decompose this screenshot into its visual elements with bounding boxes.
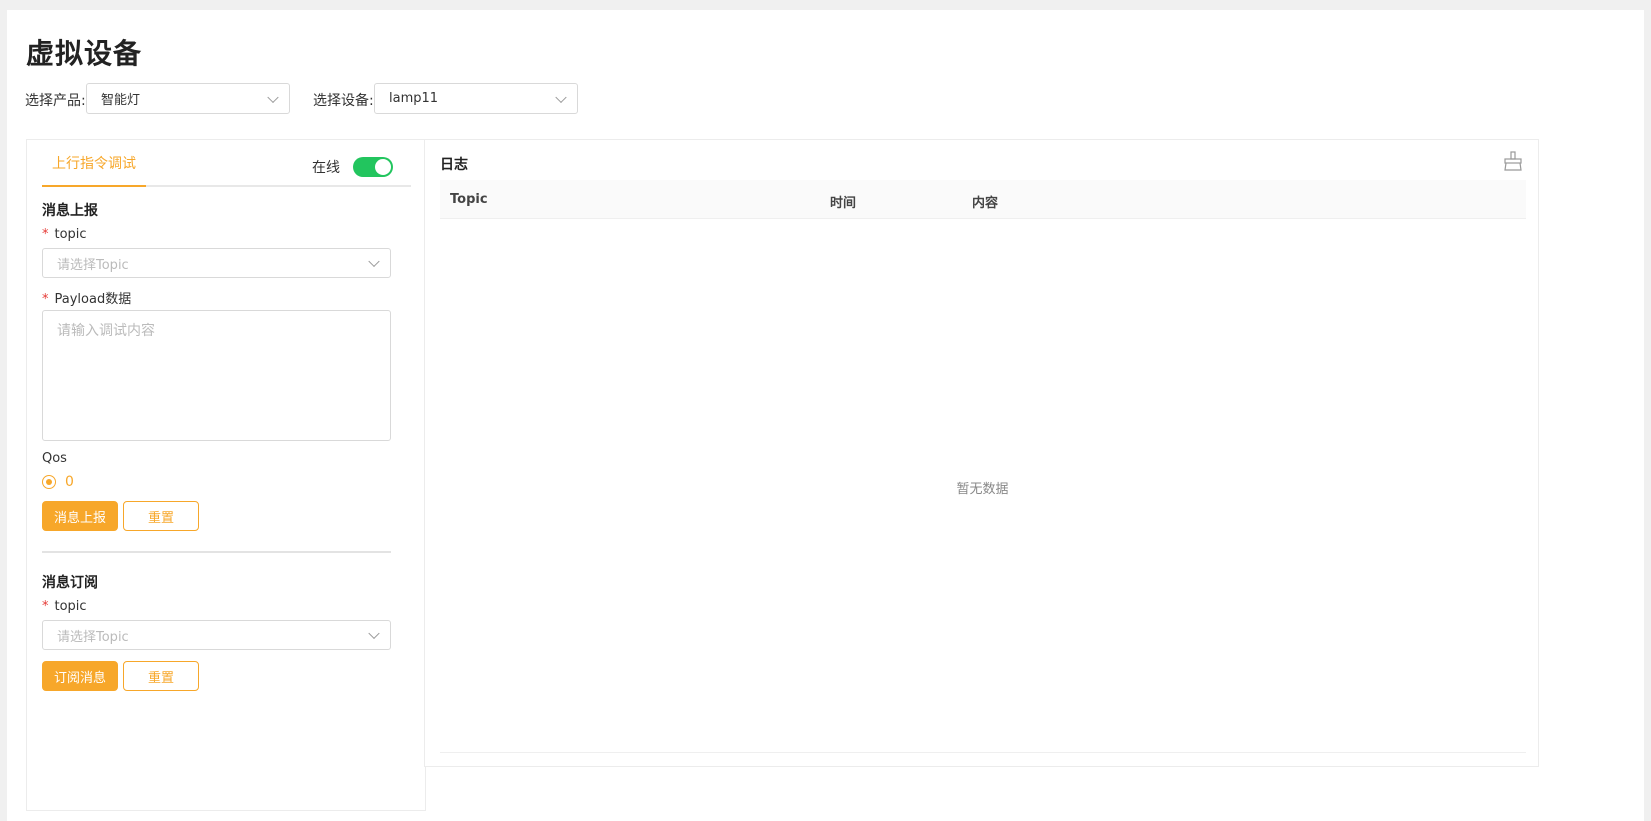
toggle-knob — [375, 159, 391, 175]
debug-panel: 上行指令调试 在线 消息上报 * topic 请选择Topic * Payload数… — [26, 139, 426, 811]
chevron-down-icon — [368, 627, 380, 640]
report-submit-button[interactable]: 消息上报 — [42, 501, 118, 531]
required-mark: * — [42, 292, 49, 307]
page-container: 虚拟设备 选择产品: 智能灯 选择设备: lamp11 上行指令调试 在线 消息… — [7, 10, 1644, 821]
chevron-down-icon — [267, 91, 279, 103]
report-topic-label-text: topic — [54, 227, 87, 242]
payload-placeholder: 请输入调试内容 — [57, 323, 155, 339]
subscribe-submit-button[interactable]: 订阅消息 — [42, 661, 118, 691]
required-mark: * — [42, 227, 49, 242]
broom-icon[interactable] — [1502, 150, 1524, 172]
payload-label: * Payload数据 — [42, 288, 131, 307]
report-topic-placeholder: 请选择Topic — [57, 257, 129, 273]
device-select-label: 选择设备: — [313, 93, 374, 109]
column-header-time: 时间 — [830, 196, 857, 211]
online-status-label: 在线 — [312, 160, 340, 176]
device-select[interactable]: lamp11 — [374, 83, 578, 114]
payload-label-text: Payload数据 — [54, 292, 132, 307]
product-select-label: 选择产品: — [25, 93, 86, 109]
radio-checked-icon — [42, 475, 56, 489]
log-title: 日志 — [440, 157, 468, 173]
product-select-value: 智能灯 — [101, 93, 141, 108]
column-header-topic: Topic — [450, 192, 488, 207]
qos-label: Qos — [42, 451, 67, 466]
product-select[interactable]: 智能灯 — [86, 83, 290, 114]
report-section-title: 消息上报 — [42, 203, 98, 219]
subscribe-topic-placeholder: 请选择Topic — [57, 629, 129, 645]
subscribe-topic-label: * topic — [42, 599, 87, 614]
device-select-value: lamp11 — [389, 91, 439, 106]
qos-radio-0[interactable]: 0 — [42, 474, 74, 490]
section-divider — [42, 551, 391, 553]
log-panel: 日志 Topic 时间 内容 暂无数据 — [424, 139, 1539, 767]
subscribe-topic-select[interactable]: 请选择Topic — [42, 620, 391, 650]
report-topic-label: * topic — [42, 227, 87, 242]
tab-uplink-debug[interactable]: 上行指令调试 — [42, 140, 146, 187]
log-table-header: Topic 时间 内容 — [440, 180, 1526, 219]
online-toggle[interactable] — [353, 157, 393, 177]
subscribe-section-title: 消息订阅 — [42, 575, 98, 591]
empty-state-text: 暂无数据 — [956, 482, 1009, 497]
chevron-down-icon — [555, 91, 567, 103]
required-mark: * — [42, 599, 49, 614]
subscribe-topic-label-text: topic — [54, 599, 87, 614]
page-title: 虚拟设备 — [26, 37, 143, 70]
qos-radio-label: 0 — [65, 474, 74, 490]
subscribe-reset-button[interactable]: 重置 — [123, 661, 199, 691]
chevron-down-icon — [368, 255, 380, 268]
report-topic-select[interactable]: 请选择Topic — [42, 248, 391, 278]
log-table-bottom-border — [440, 752, 1526, 753]
column-header-content: 内容 — [972, 196, 999, 211]
report-reset-button[interactable]: 重置 — [123, 501, 199, 531]
payload-textarea[interactable]: 请输入调试内容 — [42, 310, 391, 441]
